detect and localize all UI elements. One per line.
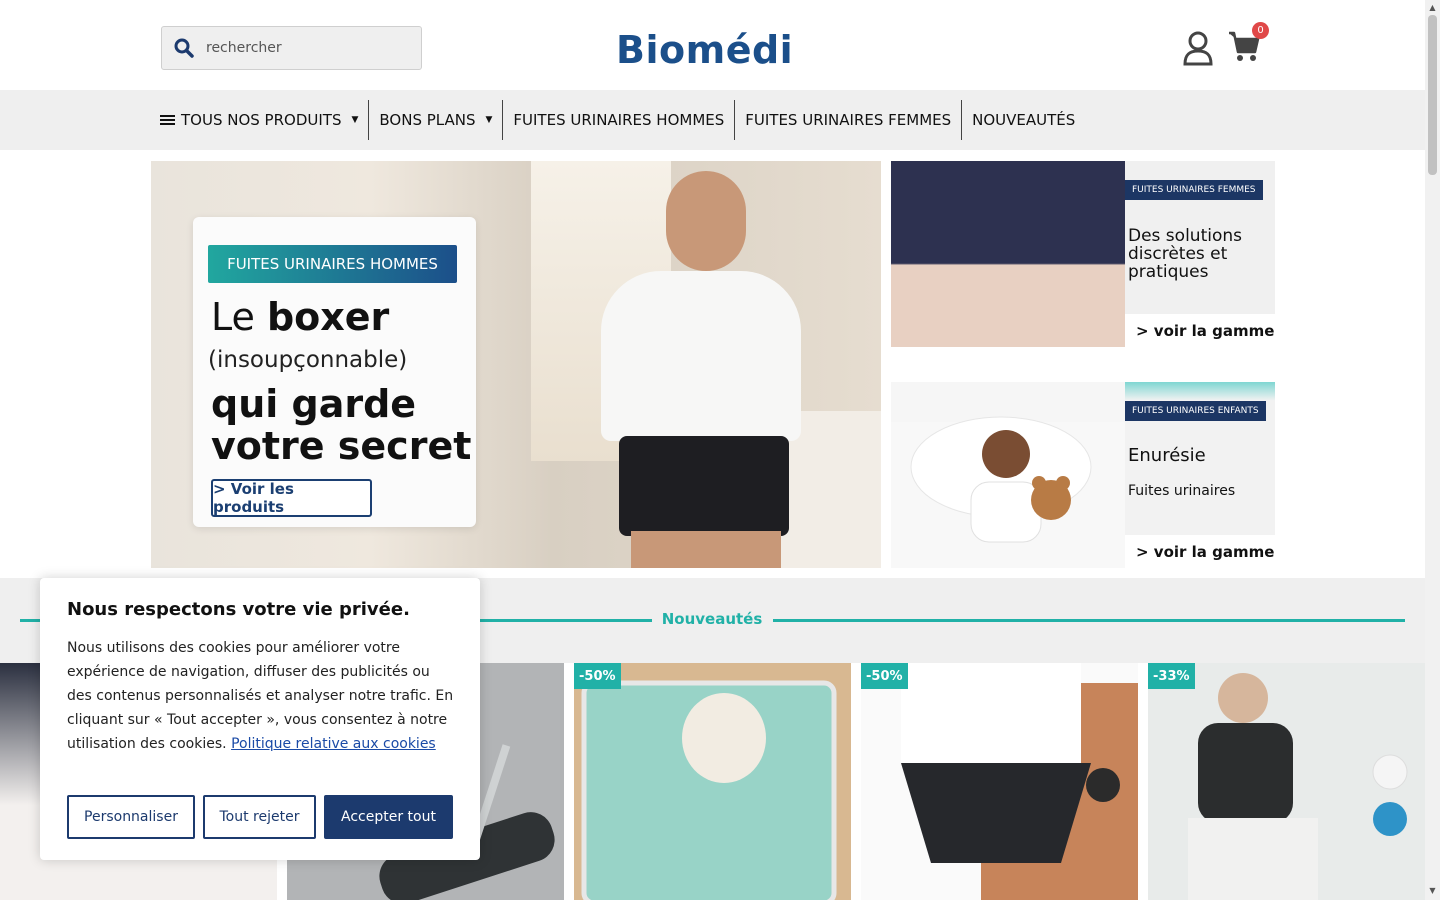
search-input[interactable] bbox=[206, 40, 406, 56]
hero-model-head bbox=[666, 171, 746, 271]
site-header: Biomédi 0 bbox=[0, 0, 1425, 90]
caret-down-icon: ▼ bbox=[351, 115, 359, 125]
cookie-policy-link[interactable]: Politique relative aux cookies bbox=[231, 736, 436, 752]
discount-badge: -50% bbox=[861, 663, 908, 689]
product-card[interactable]: -50% bbox=[574, 663, 851, 900]
nav-label: FUITES URINAIRES HOMMES bbox=[513, 111, 725, 129]
discount-badge: -50% bbox=[574, 663, 621, 689]
banner-subtitle: Fuites urinaires bbox=[1128, 483, 1236, 499]
banner-tag: FUITES URINAIRES ENFANTS bbox=[1125, 401, 1266, 421]
reject-all-button[interactable]: Tout rejeter bbox=[203, 795, 316, 839]
cookie-title: Nous respectons votre vie privée. bbox=[67, 599, 410, 620]
banner-enfants-photo bbox=[891, 382, 1125, 568]
product-card[interactable]: -50% bbox=[861, 663, 1138, 900]
menu-icon bbox=[160, 113, 175, 127]
nav-bons-plans[interactable]: BONS PLANS ▼ bbox=[368, 100, 502, 140]
hero-view-products-button[interactable]: > Voir les produits bbox=[211, 479, 372, 517]
caret-down-icon: ▼ bbox=[485, 115, 493, 125]
nav-label: NOUVEAUTÉS bbox=[972, 111, 1076, 129]
banner-see-range-link[interactable]: > voir la gamme bbox=[1125, 535, 1275, 568]
nav-fuites-hommes[interactable]: FUITES URINAIRES HOMMES bbox=[502, 100, 734, 140]
discount-badge: -33% bbox=[1148, 663, 1195, 689]
banner-femmes-photo bbox=[891, 161, 1125, 347]
hero-headline-2: (insoupçonnable) bbox=[208, 347, 408, 373]
banner-title: Des solutions discrètes et pratiques bbox=[1128, 226, 1242, 282]
hero-card: FUITES URINAIRES HOMMES Le boxer (insoup… bbox=[193, 217, 476, 527]
hero-headline-1: Le boxer bbox=[211, 295, 390, 339]
hero-model-boxer bbox=[619, 436, 789, 536]
nav-nouveautes[interactable]: NOUVEAUTÉS bbox=[961, 100, 1085, 140]
main-navigation: TOUS NOS PRODUITS ▼ BONS PLANS ▼ FUITES … bbox=[0, 90, 1425, 150]
page-scrollbar[interactable]: ▲ ▼ bbox=[1425, 0, 1440, 900]
hero-model-legs bbox=[631, 531, 781, 568]
search-icon[interactable] bbox=[162, 26, 206, 70]
nav-all-products[interactable]: TOUS NOS PRODUITS ▼ bbox=[160, 100, 368, 140]
banner-enfants[interactable]: FUITES URINAIRES ENFANTS Enurésie Fuites… bbox=[891, 382, 1275, 568]
site-logo[interactable]: Biomédi bbox=[616, 28, 793, 72]
scroll-down-arrow-icon[interactable]: ▼ bbox=[1428, 886, 1437, 895]
nav-label: FUITES URINAIRES FEMMES bbox=[745, 111, 952, 129]
nav-fuites-femmes[interactable]: FUITES URINAIRES FEMMES bbox=[734, 100, 961, 140]
banner-see-range-link[interactable]: > voir la gamme bbox=[1125, 314, 1275, 347]
scroll-up-arrow-icon[interactable]: ▲ bbox=[1428, 3, 1437, 12]
search-box[interactable] bbox=[161, 26, 422, 70]
accept-all-button[interactable]: Accepter tout bbox=[324, 795, 453, 839]
user-account-icon[interactable] bbox=[1182, 30, 1214, 66]
scrollbar-thumb[interactable] bbox=[1428, 15, 1437, 175]
cart-count-badge: 0 bbox=[1252, 22, 1269, 39]
hero-headline-3: qui garde votre secret bbox=[211, 382, 472, 468]
hero-tag: FUITES URINAIRES HOMMES bbox=[208, 245, 457, 283]
section-title-nouveautes: Nouveautés bbox=[661, 610, 763, 628]
customize-button[interactable]: Personnaliser bbox=[67, 795, 195, 839]
nav-label: TOUS NOS PRODUITS bbox=[181, 111, 342, 129]
banner-tag: FUITES URINAIRES FEMMES bbox=[1125, 180, 1263, 200]
hero-banner[interactable]: FUITES URINAIRES HOMMES Le boxer (insoup… bbox=[151, 161, 881, 568]
section-divider bbox=[773, 619, 1405, 622]
hero-model-shirt bbox=[601, 271, 801, 441]
banner-title: Enurésie bbox=[1128, 445, 1206, 466]
nav-label: BONS PLANS bbox=[379, 111, 476, 129]
cookie-consent-dialog: Nous respectons votre vie privée. Nous u… bbox=[40, 578, 480, 860]
cookie-text: Nous utilisons des cookies pour améliore… bbox=[67, 640, 454, 752]
product-card[interactable]: -33% bbox=[1148, 663, 1425, 900]
banner-femmes[interactable]: FUITES URINAIRES FEMMES Des solutions di… bbox=[891, 161, 1275, 347]
